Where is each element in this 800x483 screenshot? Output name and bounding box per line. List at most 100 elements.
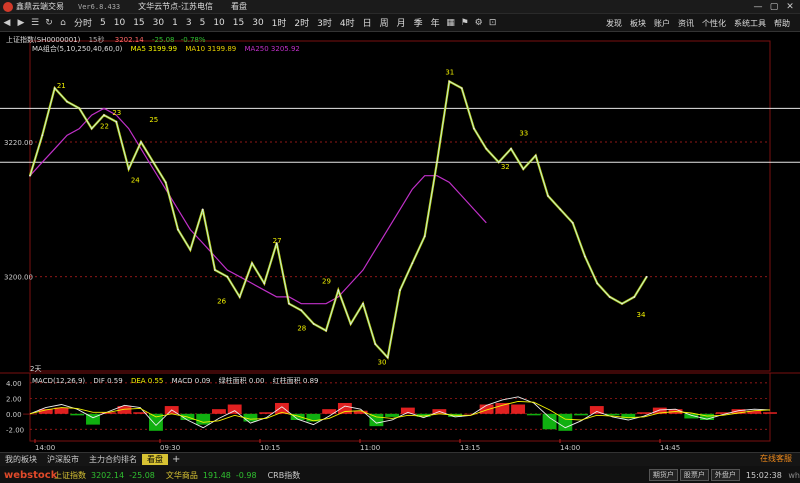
bottom-tab[interactable]: 主力合约排名 bbox=[84, 454, 142, 465]
index1-value: 3202.14 bbox=[91, 470, 125, 480]
refresh-icon[interactable]: ↻ bbox=[42, 18, 56, 28]
timeframe-item[interactable]: 30 bbox=[248, 18, 267, 28]
price-point bbox=[423, 235, 426, 238]
menu-item[interactable]: 个性化 bbox=[698, 18, 730, 29]
macd-bar bbox=[337, 402, 352, 414]
server-node-label[interactable]: 文华云节点-江苏电信 bbox=[138, 1, 213, 12]
macd-axis-label: 4.00 bbox=[6, 380, 22, 388]
list-icon[interactable]: ☰ bbox=[28, 18, 42, 28]
timeframe-item[interactable]: 30 bbox=[149, 18, 168, 28]
index1-change: -25.08 bbox=[129, 470, 155, 480]
price-point bbox=[571, 221, 574, 224]
time-label: 14:00 bbox=[35, 444, 55, 452]
wave-label: 22 bbox=[100, 123, 109, 131]
menu-item[interactable]: 系统工具 bbox=[730, 18, 770, 29]
lock-icon[interactable]: ⊡ bbox=[486, 18, 500, 28]
close-icon[interactable]: ✕ bbox=[782, 0, 798, 14]
ma-combo-label[interactable]: MA组合(5,10,250,40,60,0) bbox=[32, 45, 122, 53]
ma10-value: MA10 3199.89 bbox=[185, 45, 237, 53]
timeframe-item[interactable]: 15 bbox=[229, 18, 248, 28]
menu-item[interactable]: 账户 bbox=[650, 18, 674, 29]
add-tab-icon[interactable]: + bbox=[168, 454, 184, 465]
menu-item[interactable]: 发现 bbox=[602, 18, 626, 29]
price-point bbox=[140, 141, 142, 143]
timeframe-item[interactable]: 月 bbox=[393, 16, 410, 29]
version-label: Ver6.8.433 bbox=[78, 2, 121, 11]
timeframe-item[interactable]: 3时 bbox=[313, 16, 336, 29]
macd-bar bbox=[196, 413, 211, 425]
bottom-tab[interactable]: 看盘 bbox=[142, 454, 168, 465]
index1-name[interactable]: 上证指数 bbox=[54, 470, 86, 481]
period-label: 15秒 bbox=[88, 36, 105, 44]
price-point bbox=[374, 343, 377, 345]
wave-label: 21 bbox=[57, 82, 66, 90]
timeframe-item[interactable]: 年 bbox=[427, 16, 444, 29]
chart-area[interactable]: 3220.00 3200.00 21 22 23 25 24 26 27 28 29 30 31 32 33… bbox=[0, 33, 800, 452]
time-label: 09:30 bbox=[160, 444, 180, 452]
price-point bbox=[559, 208, 562, 211]
price-point bbox=[214, 269, 216, 271]
back-icon[interactable]: ◀ bbox=[0, 18, 14, 28]
timeframe-item[interactable]: 2时 bbox=[290, 16, 313, 29]
price-point bbox=[251, 262, 253, 265]
timeframe-item[interactable]: 周 bbox=[376, 16, 393, 29]
forward-icon[interactable]: ▶ bbox=[14, 18, 28, 28]
index2-name[interactable]: 文华商品 bbox=[166, 470, 198, 481]
macd-bar bbox=[385, 413, 400, 417]
timeframe-item[interactable]: 15 bbox=[129, 18, 148, 28]
macd-bar bbox=[511, 404, 526, 414]
index3-name[interactable]: CRB指数 bbox=[268, 470, 301, 481]
price-axis-label: 3200.00 bbox=[4, 274, 33, 282]
timeframe-item[interactable]: 5 bbox=[96, 18, 110, 28]
price-line bbox=[29, 80, 648, 359]
home-icon[interactable]: ⌂ bbox=[56, 18, 70, 28]
macd-value: MACD 0.09 bbox=[171, 377, 211, 385]
instrument-name[interactable]: 上证指数(SH0000001) bbox=[6, 36, 80, 44]
menu-item[interactable]: 帮助 bbox=[770, 18, 794, 29]
bottom-tabs: 我的板块 沪深股市 主力合约排名 看盘 + bbox=[0, 452, 800, 466]
timeframe-item[interactable]: 1时 bbox=[268, 16, 291, 29]
price-point bbox=[66, 100, 68, 103]
wave-label: 27 bbox=[273, 237, 282, 245]
timeframe-item[interactable]: 10 bbox=[110, 18, 129, 28]
timeframe-item[interactable]: 分时 bbox=[70, 16, 96, 29]
macd-bar bbox=[211, 409, 226, 414]
macd-label[interactable]: MACD(12,26,9) bbox=[32, 377, 85, 385]
wave-label: 25 bbox=[149, 116, 158, 124]
bottom-tab[interactable]: 我的板块 bbox=[0, 454, 42, 465]
bottom-tab[interactable]: 沪深股市 bbox=[42, 454, 84, 465]
price-axis-label: 3220.00 bbox=[4, 139, 33, 147]
app-title: 鑫鼎云端交易 bbox=[16, 2, 64, 11]
flag-icon[interactable]: ⚑ bbox=[458, 18, 472, 28]
price-point bbox=[201, 208, 204, 211]
index2-value: 191.48 bbox=[202, 470, 231, 480]
timeframe-item[interactable]: 10 bbox=[209, 18, 228, 28]
price-point bbox=[411, 262, 414, 265]
timeframe-item[interactable]: 5 bbox=[196, 18, 210, 28]
settings-icon[interactable]: ⚙ bbox=[472, 18, 486, 28]
price-point bbox=[226, 275, 229, 278]
timeframe-item[interactable]: 日 bbox=[359, 16, 376, 29]
timeframe-item[interactable]: 1 bbox=[168, 18, 182, 28]
timeframe-item[interactable]: 季 bbox=[410, 16, 427, 29]
minimize-icon[interactable]: — bbox=[750, 0, 766, 14]
timeframe-item[interactable]: 4时 bbox=[336, 16, 359, 29]
price-point bbox=[164, 181, 167, 184]
foreign-account-button[interactable]: 外盘户 bbox=[710, 469, 740, 481]
timeframe-item[interactable]: 3 bbox=[182, 18, 196, 28]
stock-account-button[interactable]: 股票户 bbox=[679, 469, 709, 481]
price-point bbox=[485, 147, 488, 150]
macd-bar bbox=[542, 413, 557, 430]
menu-item[interactable]: 板块 bbox=[626, 18, 650, 29]
grid-icon[interactable]: ▦ bbox=[444, 18, 458, 28]
price-point bbox=[29, 174, 31, 177]
menu-item[interactable]: 资讯 bbox=[674, 18, 698, 29]
futures-account-button[interactable]: 期货户 bbox=[648, 469, 678, 481]
time-label: 14:45 bbox=[660, 444, 680, 452]
macd-axis-label: -2.00 bbox=[6, 426, 24, 434]
online-service-link[interactable]: 在线客服 bbox=[760, 452, 792, 466]
macd-bar bbox=[479, 404, 494, 414]
index2-change: -0.98 bbox=[235, 470, 257, 480]
maximize-icon[interactable]: ▢ bbox=[766, 0, 782, 14]
price-chart[interactable]: 3220.00 3200.00 21 2223 25 24 26 27 28 29 30 31 32 33… bbox=[0, 33, 800, 452]
